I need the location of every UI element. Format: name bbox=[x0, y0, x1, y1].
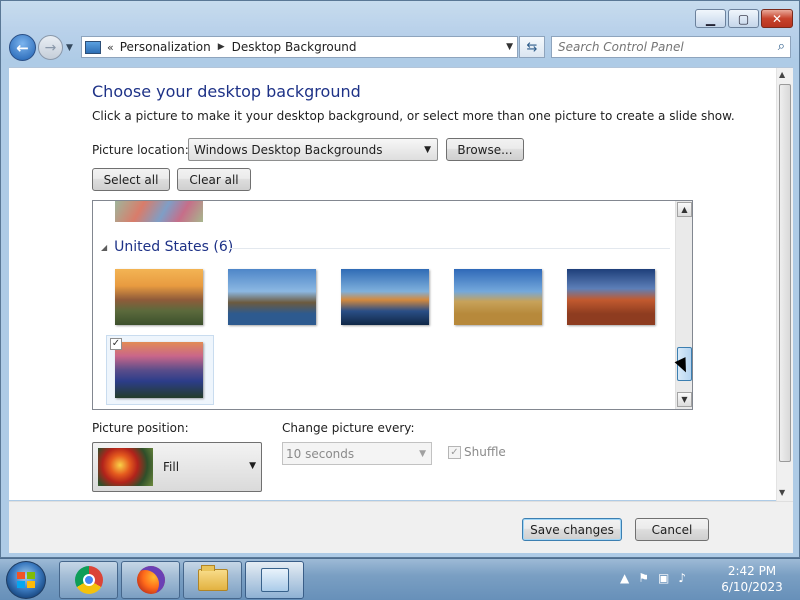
breadcrumb-separator-icon[interactable]: ▶ bbox=[218, 42, 225, 52]
change-picture-interval-value: 10 seconds bbox=[286, 446, 355, 461]
collapse-triangle-icon[interactable]: ◢ bbox=[101, 243, 107, 252]
select-all-button[interactable]: Select all bbox=[92, 168, 170, 191]
close-button[interactable]: ✕ bbox=[761, 9, 793, 28]
control-panel-icon bbox=[85, 40, 101, 54]
refresh-icon: ⇆ bbox=[526, 39, 538, 55]
wallpaper-thumbnail-6[interactable] bbox=[115, 342, 203, 398]
picture-position-value: Fill bbox=[163, 460, 180, 474]
show-hidden-icons-arrow[interactable]: ▲ bbox=[620, 571, 629, 585]
wallpaper-thumbnail-5[interactable] bbox=[567, 269, 655, 325]
minimize-icon: ▁ bbox=[705, 11, 716, 26]
search-icon[interactable]: ⌕ bbox=[778, 39, 785, 54]
browse-button[interactable]: Browse... bbox=[446, 138, 524, 161]
shuffle-label: Shuffle bbox=[464, 445, 506, 459]
maximize-icon: ▢ bbox=[737, 11, 750, 26]
clear-all-button[interactable]: Clear all bbox=[177, 168, 251, 191]
page-scrollbar[interactable]: ▲ ▼ bbox=[776, 68, 793, 501]
wallpaper-thumbnail-partial[interactable] bbox=[115, 201, 203, 222]
breadcrumb-personalization[interactable]: Personalization bbox=[120, 40, 211, 54]
shuffle-checkbox[interactable]: ✓ bbox=[448, 445, 461, 459]
page-scroll-down-icon[interactable]: ▼ bbox=[779, 488, 785, 497]
group-title: United States (6) bbox=[114, 239, 234, 255]
title-bar[interactable]: ▁ ▢ ✕ bbox=[1, 1, 799, 33]
search-box[interactable]: ⌕ bbox=[551, 36, 791, 58]
control-panel-window: ▁ ▢ ✕ ← → ▼ « Personalization ▶ Desktop … bbox=[0, 0, 800, 558]
firefox-icon bbox=[136, 566, 165, 594]
picture-location-select[interactable]: Windows Desktop Backgrounds ▼ bbox=[188, 138, 438, 161]
network-icon[interactable]: ▣ bbox=[658, 571, 669, 585]
control-panel-icon bbox=[260, 568, 289, 592]
windows-logo-icon bbox=[17, 572, 35, 588]
picture-location-label: Picture location: bbox=[92, 143, 189, 157]
taskbar-control-panel[interactable] bbox=[245, 561, 304, 599]
clock[interactable]: 2:42 PM 6/10/2023 bbox=[712, 563, 792, 595]
recent-pages-dropdown[interactable]: ▼ bbox=[66, 43, 73, 53]
address-bar[interactable]: « Personalization ▶ Desktop Background ▼ bbox=[81, 36, 518, 58]
group-header-united-states[interactable]: ◢ United States (6) bbox=[101, 239, 233, 255]
change-picture-interval-select[interactable]: 10 seconds ▼ bbox=[282, 442, 432, 465]
main-content: Choose your desktop background Click a p… bbox=[9, 67, 793, 501]
explorer-folder-icon bbox=[197, 565, 228, 591]
taskbar-explorer[interactable] bbox=[183, 561, 242, 599]
chevron-down-icon: ▼ bbox=[424, 144, 431, 155]
picture-position-select[interactable]: Fill ▼ bbox=[92, 442, 262, 492]
forward-button[interactable]: → bbox=[38, 35, 63, 60]
clock-date: 6/10/2023 bbox=[721, 580, 783, 594]
shuffle-option[interactable]: ✓ Shuffle bbox=[448, 445, 506, 459]
group-divider bbox=[230, 248, 670, 249]
chevron-down-icon: ▼ bbox=[419, 448, 426, 459]
clock-time: 2:42 PM bbox=[727, 564, 777, 578]
back-button[interactable]: ← bbox=[9, 34, 36, 61]
volume-muted-icon[interactable]: ♪ bbox=[678, 571, 686, 585]
wallpaper-thumbnail-4[interactable] bbox=[454, 269, 542, 325]
address-chevron[interactable]: « bbox=[107, 41, 114, 54]
page-scroll-up-icon[interactable]: ▲ bbox=[779, 70, 785, 79]
chrome-icon bbox=[74, 566, 103, 594]
system-tray: ▲ ⚑ ▣ ♪ bbox=[620, 571, 695, 585]
wallpaper-thumbnail-3[interactable] bbox=[341, 269, 429, 325]
picture-position-label: Picture position: bbox=[92, 421, 189, 435]
minimize-button[interactable]: ▁ bbox=[695, 9, 726, 28]
picture-position-preview bbox=[98, 448, 153, 486]
gallery-scrollbar[interactable]: ▲ ▼ bbox=[675, 201, 692, 409]
wallpaper-gallery[interactable]: ◢ United States (6) ✓ ▲ ▼ bbox=[92, 200, 693, 410]
chevron-down-icon: ▼ bbox=[249, 461, 256, 471]
taskbar: ▲ ⚑ ▣ ♪ 2:42 PM 6/10/2023 bbox=[0, 558, 800, 600]
action-center-flag-icon[interactable]: ⚑ bbox=[638, 571, 649, 585]
wallpaper-thumbnail-2[interactable] bbox=[228, 269, 316, 325]
address-dropdown-icon[interactable]: ▼ bbox=[506, 42, 513, 52]
back-arrow-icon: ← bbox=[16, 38, 29, 57]
forward-arrow-icon: → bbox=[44, 39, 57, 56]
scroll-up-arrow-icon[interactable]: ▲ bbox=[677, 202, 692, 217]
taskbar-firefox[interactable] bbox=[121, 561, 180, 599]
save-changes-button[interactable]: Save changes bbox=[522, 518, 622, 541]
close-icon: ✕ bbox=[771, 11, 783, 26]
change-picture-every-label: Change picture every: bbox=[282, 421, 415, 435]
maximize-button[interactable]: ▢ bbox=[728, 9, 759, 28]
scroll-down-arrow-icon[interactable]: ▼ bbox=[677, 392, 692, 407]
wallpaper-thumbnail-1[interactable] bbox=[115, 269, 203, 325]
page-scroll-thumb[interactable] bbox=[779, 84, 791, 462]
start-button[interactable] bbox=[6, 561, 46, 599]
wallpaper-checkbox[interactable]: ✓ bbox=[110, 338, 122, 350]
footer-bar: Save changes Cancel bbox=[9, 501, 793, 553]
picture-location-value: Windows Desktop Backgrounds bbox=[194, 142, 383, 157]
page-title: Choose your desktop background bbox=[92, 82, 361, 101]
search-input[interactable] bbox=[558, 40, 758, 54]
taskbar-chrome[interactable] bbox=[59, 561, 118, 599]
cancel-button[interactable]: Cancel bbox=[635, 518, 709, 541]
breadcrumb-desktop-background[interactable]: Desktop Background bbox=[232, 40, 357, 54]
refresh-button[interactable]: ⇆ bbox=[519, 36, 545, 58]
page-description: Click a picture to make it your desktop … bbox=[92, 109, 735, 123]
